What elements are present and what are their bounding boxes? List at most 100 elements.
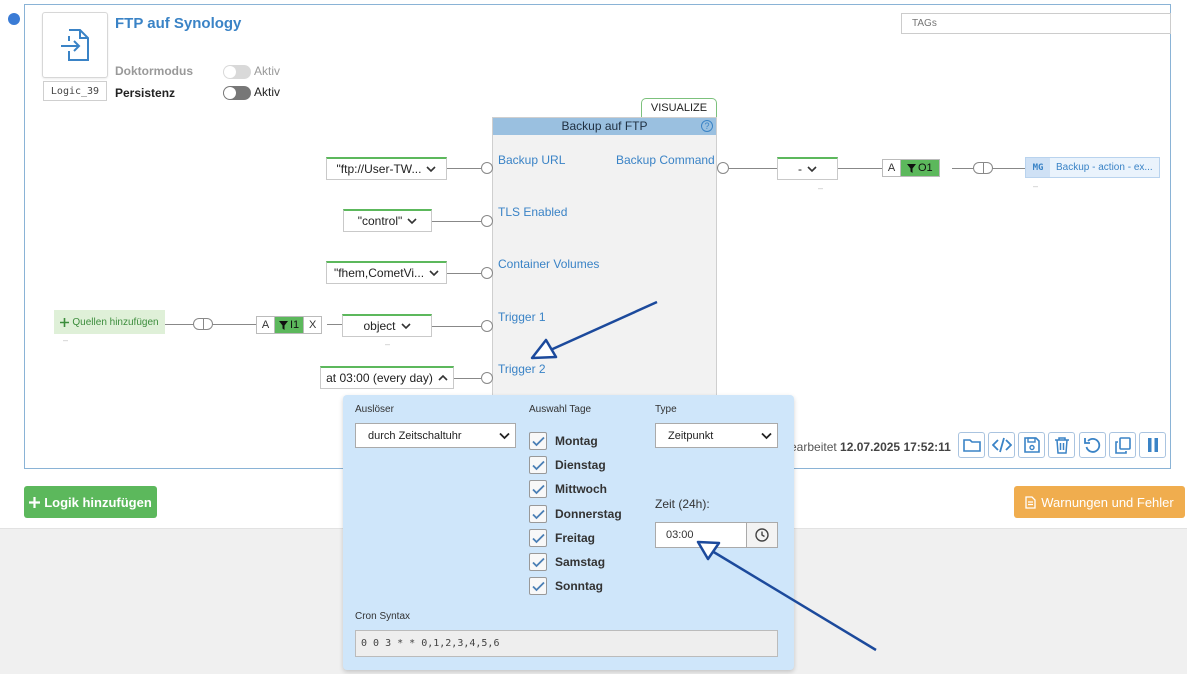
type-select[interactable]: Zeitpunkt bbox=[655, 423, 778, 448]
input-value-trigger-2[interactable]: at 03:00 (every day) bbox=[320, 366, 454, 389]
trash-icon bbox=[1054, 436, 1069, 454]
output-port-backup-command[interactable] bbox=[717, 162, 729, 174]
plus-icon bbox=[60, 317, 70, 327]
time-picker-button[interactable] bbox=[746, 522, 778, 548]
day-label: Freitag bbox=[555, 531, 596, 545]
code-icon bbox=[991, 437, 1012, 453]
persistenz-toggle[interactable] bbox=[223, 86, 251, 100]
visualize-button[interactable]: VISUALIZE bbox=[641, 98, 717, 118]
day-checkbox[interactable] bbox=[529, 456, 547, 474]
input-port-backup-url[interactable] bbox=[481, 162, 493, 174]
input-value-container-volumes[interactable]: "fhem,CometVi... bbox=[326, 261, 447, 284]
day-label: Donnerstag bbox=[555, 507, 622, 521]
time-input[interactable]: 03:00 bbox=[655, 522, 747, 548]
input-value-backup-url[interactable]: "ftp://User-TW... bbox=[326, 157, 447, 180]
value-dash: – bbox=[1033, 181, 1039, 191]
chevron-down-icon bbox=[761, 432, 772, 440]
open-folder-button[interactable] bbox=[958, 432, 985, 458]
pause-button[interactable] bbox=[1139, 432, 1166, 458]
chevron-down-icon bbox=[807, 166, 817, 173]
input-value-trigger-1[interactable]: object bbox=[342, 314, 432, 337]
group-address-target[interactable]: MG Backup - action - ex... bbox=[1025, 157, 1160, 178]
output-value[interactable]: - bbox=[777, 157, 838, 180]
link-o1[interactable]: O1 bbox=[901, 160, 939, 176]
input-label-trigger-2: Trigger 2 bbox=[498, 362, 546, 376]
check-icon bbox=[531, 436, 545, 446]
logic-title[interactable]: FTP auf Synology bbox=[115, 15, 241, 32]
day-checkbox[interactable] bbox=[529, 432, 547, 450]
connector-pill-icon[interactable] bbox=[193, 318, 213, 330]
input-port-trigger-1[interactable] bbox=[481, 320, 493, 332]
day-checkbox-row[interactable]: Mittwoch bbox=[529, 480, 607, 498]
day-checkbox-row[interactable]: Montag bbox=[529, 432, 598, 450]
filter-icon bbox=[907, 163, 916, 173]
copy-icon bbox=[1114, 436, 1131, 454]
day-checkbox-row[interactable]: Samstag bbox=[529, 553, 605, 571]
input-port-trigger-2[interactable] bbox=[481, 372, 493, 384]
output-link-control[interactable]: A O1 bbox=[882, 159, 940, 177]
help-icon[interactable]: ? bbox=[701, 120, 713, 132]
day-checkbox[interactable] bbox=[529, 505, 547, 523]
block-title: Backup auf FTP bbox=[493, 118, 716, 135]
input-port-container-volumes[interactable] bbox=[481, 267, 493, 279]
check-icon bbox=[531, 460, 545, 470]
add-source-label: Quellen hinzufügen bbox=[72, 316, 159, 328]
cron-syntax-field[interactable]: 0 0 3 * * 0,1,2,3,4,5,6 bbox=[355, 630, 778, 657]
input-value-tls-enabled[interactable]: "control" bbox=[343, 209, 432, 232]
pause-icon bbox=[1147, 438, 1158, 452]
day-checkbox[interactable] bbox=[529, 529, 547, 547]
input-label-backup-url: Backup URL bbox=[498, 153, 566, 167]
document-icon bbox=[1025, 495, 1036, 509]
days-label: Auswahl Tage bbox=[529, 404, 592, 415]
warnings-button[interactable]: Warnungen und Fehler bbox=[1014, 486, 1185, 518]
wire bbox=[432, 221, 481, 222]
logic-icon-box[interactable] bbox=[42, 12, 108, 78]
connector-pill-icon[interactable] bbox=[973, 162, 993, 174]
delete-button[interactable] bbox=[1048, 432, 1075, 458]
toggle-knob bbox=[224, 87, 236, 99]
trigger-select[interactable]: durch Zeitschaltuhr bbox=[355, 423, 516, 448]
warnings-label: Warnungen und Fehler bbox=[1041, 494, 1174, 510]
day-checkbox-row[interactable]: Donnerstag bbox=[529, 505, 622, 523]
doktormodus-toggle[interactable] bbox=[223, 65, 251, 79]
tags-input[interactable] bbox=[901, 13, 1171, 34]
link-a[interactable]: A bbox=[883, 160, 901, 176]
day-checkbox-row[interactable]: Dienstag bbox=[529, 456, 606, 474]
view-code-button[interactable] bbox=[988, 432, 1015, 458]
day-checkbox[interactable] bbox=[529, 480, 547, 498]
value-text: "fhem,CometVi... bbox=[333, 266, 425, 280]
value-text: "ftp://User-TW... bbox=[336, 162, 422, 176]
input-label-trigger-1: Trigger 1 bbox=[498, 310, 546, 324]
day-checkbox-row[interactable]: Freitag bbox=[529, 529, 595, 547]
value-text: - bbox=[798, 162, 802, 176]
plus-icon bbox=[29, 496, 41, 508]
check-icon bbox=[531, 581, 545, 591]
input-port-tls-enabled[interactable] bbox=[481, 215, 493, 227]
check-icon bbox=[531, 509, 545, 519]
link-a[interactable]: A bbox=[257, 317, 275, 333]
add-logic-button[interactable]: Logik hinzufügen bbox=[24, 486, 157, 518]
wire bbox=[454, 378, 481, 379]
day-checkbox-row[interactable]: Sonntag bbox=[529, 577, 603, 595]
save-button[interactable] bbox=[1018, 432, 1045, 458]
day-label: Mittwoch bbox=[555, 482, 607, 496]
copy-button[interactable] bbox=[1109, 432, 1136, 458]
day-checkbox[interactable] bbox=[529, 553, 547, 571]
link-i1[interactable]: I1 bbox=[275, 317, 304, 333]
day-label: Sonntag bbox=[555, 579, 603, 593]
doktormodus-toggle-label: Aktiv bbox=[254, 64, 281, 78]
check-icon bbox=[531, 557, 545, 567]
value-text: at 03:00 (every day) bbox=[326, 371, 433, 385]
chevron-down-icon bbox=[429, 270, 439, 277]
day-checkbox[interactable] bbox=[529, 577, 547, 595]
link-o1-label: O1 bbox=[918, 162, 933, 174]
add-source-button[interactable]: Quellen hinzufügen bbox=[54, 310, 165, 334]
logic-id-badge: Logic_39 bbox=[43, 81, 107, 101]
clock-icon bbox=[755, 528, 769, 542]
undo-button[interactable] bbox=[1079, 432, 1106, 458]
folder-icon bbox=[962, 439, 981, 452]
link-remove[interactable]: X bbox=[303, 317, 321, 333]
trigger-link-control[interactable]: A I1 X bbox=[256, 316, 323, 334]
last-edited-prefix: earbeitet bbox=[790, 440, 837, 454]
wire bbox=[432, 326, 481, 327]
